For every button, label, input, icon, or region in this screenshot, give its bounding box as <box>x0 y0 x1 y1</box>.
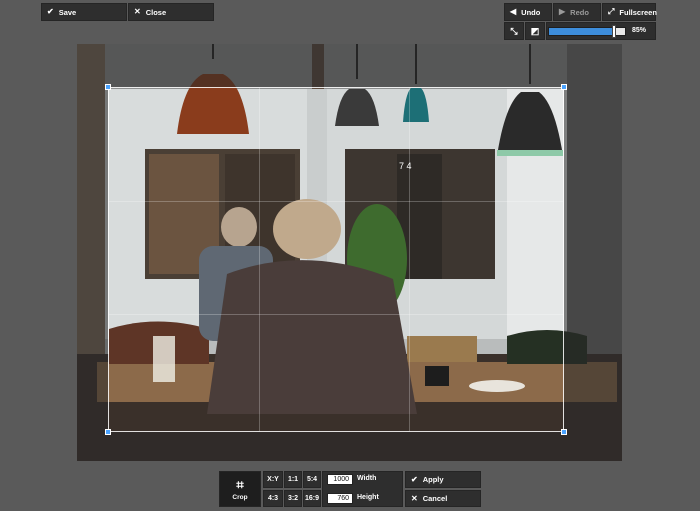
ratio-label: X:Y <box>267 476 279 483</box>
close-button[interactable]: ✕ Close <box>128 3 214 21</box>
ratio-16-9-button[interactable]: 16:9 <box>303 490 321 507</box>
actual-size-icon: ◩ <box>530 25 540 36</box>
fit-screen-button[interactable]: ⤡ <box>504 22 524 40</box>
crop-label: Crop <box>232 493 248 501</box>
arrow-left-icon: ◀ <box>510 7 517 16</box>
crop-handle-bottom-right[interactable] <box>561 429 567 435</box>
image-canvas[interactable]: 7 4 <box>77 44 622 461</box>
zoom-slider[interactable] <box>548 25 626 38</box>
crop-grid-line <box>408 88 410 431</box>
crop-shade-bottom <box>77 432 622 461</box>
crop-handle-bottom-left[interactable] <box>105 429 111 435</box>
apply-button[interactable]: ✔ Apply <box>405 471 481 488</box>
height-input[interactable]: 760 <box>327 493 353 504</box>
actual-size-button[interactable]: ◩ <box>525 22 545 40</box>
height-label: Height <box>357 494 379 501</box>
zoom-slider-fill <box>549 28 614 35</box>
check-icon: ✔ <box>47 7 54 16</box>
ratio-xy-button[interactable]: X:Y <box>263 471 283 488</box>
apply-label: Apply <box>422 475 444 484</box>
close-label: Close <box>145 7 167 17</box>
crop-shade-right <box>564 87 622 432</box>
crop-handle-top-left[interactable] <box>105 84 111 90</box>
crop-shade-left <box>77 87 108 432</box>
zoom-percent: 85% <box>632 27 647 34</box>
width-input[interactable]: 1000 <box>327 474 353 485</box>
width-label: Width <box>357 475 377 482</box>
crop-grid-line <box>258 88 260 431</box>
fullscreen-button[interactable]: ⤢ Fullscreen <box>602 3 657 21</box>
redo-button[interactable]: ▶ Redo <box>553 3 601 21</box>
ratio-label: 1:1 <box>287 476 299 483</box>
ratio-label: 4:3 <box>267 495 279 502</box>
crop-grid-line <box>109 201 563 203</box>
crop-shade-top <box>77 44 622 87</box>
zoom-slider-thumb[interactable] <box>611 25 616 38</box>
ratio-label: 5:4 <box>306 476 318 483</box>
arrow-right-icon: ▶ <box>559 7 566 16</box>
save-button[interactable]: ✔ Save <box>41 3 127 21</box>
ratio-5-4-button[interactable]: 5:4 <box>303 471 321 488</box>
redo-label: Redo <box>570 7 589 17</box>
undo-button[interactable]: ◀ Undo <box>504 3 552 21</box>
crop-tool-button[interactable]: ⌗ Crop <box>219 471 261 507</box>
crop-handle-top-right[interactable] <box>561 84 567 90</box>
save-label: Save <box>58 7 77 17</box>
cancel-button[interactable]: ✕ Cancel <box>405 490 481 507</box>
crop-frame[interactable] <box>105 84 567 435</box>
x-icon: ✕ <box>411 493 418 503</box>
ratio-1-1-button[interactable]: 1:1 <box>284 471 302 488</box>
ratio-4-3-button[interactable]: 4:3 <box>263 490 283 507</box>
check-icon: ✔ <box>411 474 418 484</box>
ratio-label: 16:9 <box>304 495 319 502</box>
x-icon: ✕ <box>134 7 141 16</box>
crop-icon: ⌗ <box>236 476 244 492</box>
expand-icon: ⤢ <box>608 7 615 16</box>
ratio-3-2-button[interactable]: 3:2 <box>284 490 302 507</box>
cancel-label: Cancel <box>422 494 448 503</box>
crop-grid-line <box>109 314 563 316</box>
fit-icon: ⤡ <box>510 25 518 36</box>
fullscreen-label: Fullscreen <box>619 7 657 17</box>
ratio-label: 3:2 <box>287 495 299 502</box>
undo-label: Undo <box>521 7 541 17</box>
